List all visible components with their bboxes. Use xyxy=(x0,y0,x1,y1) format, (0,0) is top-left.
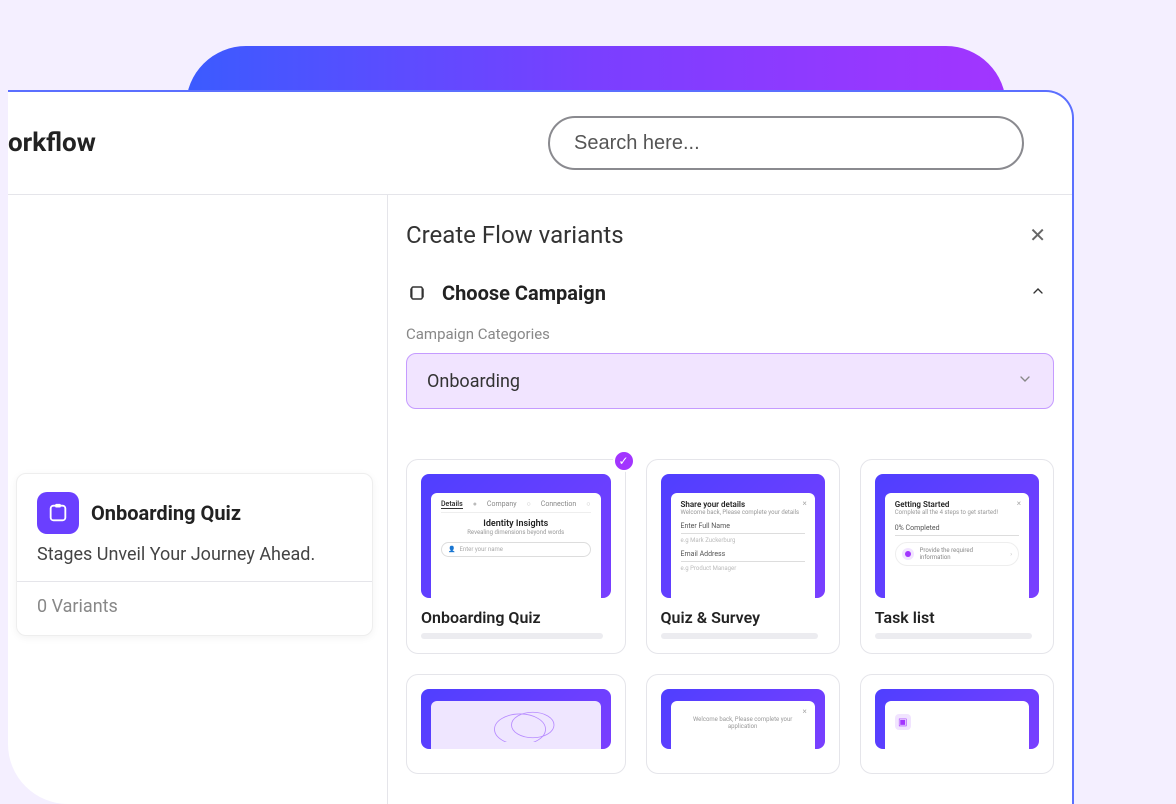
divider xyxy=(17,581,372,582)
template-name: Quiz & Survey xyxy=(661,608,825,627)
template-card-partial[interactable] xyxy=(406,674,626,774)
template-task-list[interactable]: × Getting Started Complete all the 4 ste… xyxy=(860,459,1054,654)
panel-title: Create Flow variants xyxy=(406,221,624,249)
campaign-icon xyxy=(406,282,428,304)
close-icon[interactable]: ✕ xyxy=(1021,219,1054,251)
left-column: Onboarding Quiz Stages Unveil Your Journ… xyxy=(8,195,388,804)
chevron-down-icon xyxy=(1017,371,1033,392)
selected-check-icon: ✓ xyxy=(613,450,635,472)
template-preview: × Share your details Welcome back, Pleas… xyxy=(661,474,825,598)
main-window: orkflow Onboarding Quiz xyxy=(8,90,1074,804)
flow-icon xyxy=(37,492,79,534)
step-head[interactable]: Choose Campaign xyxy=(406,279,1054,307)
window-title: orkflow xyxy=(8,128,96,158)
template-onboarding-quiz[interactable]: ✓ Details ● Company ○ Connection ○ xyxy=(406,459,626,654)
selected-category: Onboarding xyxy=(427,371,520,392)
template-name: Task list xyxy=(875,608,1039,627)
template-preview: ▣ xyxy=(875,689,1039,749)
search-wrap xyxy=(548,116,1024,170)
card-title: Onboarding Quiz xyxy=(91,501,241,525)
body-split: Onboarding Quiz Stages Unveil Your Journ… xyxy=(8,195,1072,804)
template-preview: × Getting Started Complete all the 4 ste… xyxy=(875,474,1039,598)
card-header: Onboarding Quiz xyxy=(37,492,352,534)
category-select[interactable]: Onboarding xyxy=(406,353,1054,409)
template-card-partial[interactable]: × Welcome back, Please complete your app… xyxy=(646,674,840,774)
chevron-up-icon[interactable] xyxy=(1022,279,1054,307)
template-name: Onboarding Quiz xyxy=(421,608,611,627)
template-preview xyxy=(421,689,611,749)
search-input[interactable] xyxy=(548,116,1024,170)
card-subtitle: Stages Unveil Your Journey Ahead. xyxy=(37,544,352,565)
window-header: orkflow xyxy=(8,92,1072,195)
template-card-partial[interactable]: ▣ xyxy=(860,674,1054,774)
panel-head: Create Flow variants ✕ xyxy=(406,219,1054,251)
variants-count: 0 Variants xyxy=(37,596,352,617)
step-left: Choose Campaign xyxy=(406,281,606,305)
template-quiz-survey[interactable]: × Share your details Welcome back, Pleas… xyxy=(646,459,840,654)
category-label: Campaign Categories xyxy=(406,325,1054,343)
template-preview: Details ● Company ○ Connection ○ Identit… xyxy=(421,474,611,598)
background: orkflow Onboarding Quiz xyxy=(8,0,1168,804)
template-bar xyxy=(875,633,1033,639)
selected-flow-card[interactable]: Onboarding Quiz Stages Unveil Your Journ… xyxy=(16,473,373,636)
step-title: Choose Campaign xyxy=(442,281,606,305)
template-bar xyxy=(661,633,819,639)
template-grid: ✓ Details ● Company ○ Connection ○ xyxy=(406,459,1054,774)
template-preview: × Welcome back, Please complete your app… xyxy=(661,689,825,749)
right-panel: Create Flow variants ✕ Choose Campaign xyxy=(388,195,1072,804)
template-bar xyxy=(421,633,603,639)
